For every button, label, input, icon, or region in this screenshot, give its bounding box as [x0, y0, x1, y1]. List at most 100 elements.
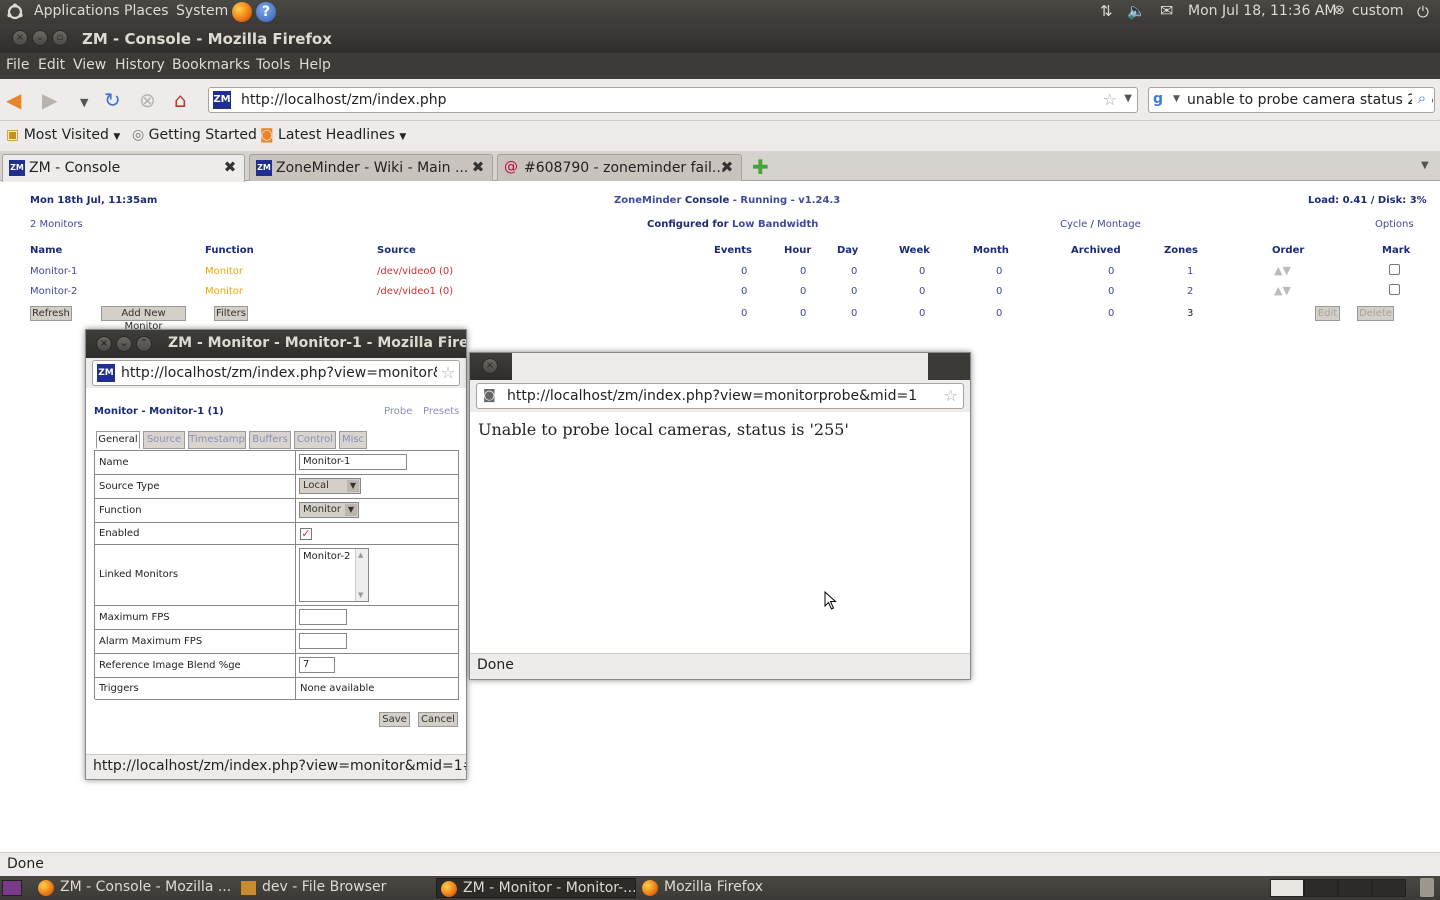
mark-checkbox[interactable] [1389, 284, 1400, 295]
bookmark-getting-started[interactable]: ◎ Getting Started [132, 127, 257, 143]
events-count[interactable]: 0 [741, 266, 747, 277]
probe-popup-url-bar[interactable]: ◙ http://localhost/zm/index.php?view=mon… [476, 383, 964, 409]
search-bar[interactable]: g ▼ unable to probe camera status 255 ⌕ [1148, 87, 1435, 113]
system-menu[interactable]: System [176, 3, 228, 19]
presets-link[interactable]: Presets [423, 406, 459, 417]
zoneminder-link[interactable]: ZoneMinder [614, 195, 681, 206]
add-new-monitor-button[interactable]: Add New Monitor [101, 306, 186, 332]
montage-link[interactable]: Montage [1097, 219, 1141, 230]
firefox-launcher-icon[interactable] [232, 2, 252, 22]
tab-misc[interactable]: Misc [339, 431, 367, 449]
url-bar[interactable]: ZM http://localhost/zm/index.php ☆ ▼ [208, 87, 1138, 113]
day-count[interactable]: 0 [851, 286, 857, 297]
bandwidth-link[interactable]: Low Bandwidth [732, 219, 818, 230]
max-fps-input[interactable] [299, 609, 347, 625]
refresh-button[interactable]: Refresh [30, 306, 72, 321]
monitor-popup-url[interactable]: http://localhost/zm/index.php?view=monit… [121, 365, 459, 381]
function-select[interactable]: Monitor ▼ [299, 502, 359, 518]
probe-popup-titlebar[interactable]: × [470, 353, 970, 380]
enabled-checkbox[interactable]: ✓ [300, 528, 312, 540]
zones-count[interactable]: 2 [1187, 286, 1193, 297]
window-close-icon[interactable]: × [96, 336, 112, 352]
mark-checkbox[interactable] [1389, 264, 1400, 275]
monitor-source-link[interactable]: /dev/video0 (0) [377, 266, 453, 277]
tab-zoneminder-wiki[interactable]: ZM ZoneMinder - Wiki - Main ... ✖ [249, 154, 493, 181]
archived-count[interactable]: 0 [1108, 286, 1114, 297]
back-arrow-icon[interactable]: ◀ [6, 89, 21, 111]
linked-monitors-list[interactable]: Monitor-2 ▲ ▼ [299, 548, 369, 602]
hour-count[interactable]: 0 [800, 286, 806, 297]
alarm-max-fps-input[interactable] [299, 633, 347, 649]
user-name[interactable]: custom [1352, 3, 1404, 19]
stop-icon[interactable]: ⊗ [139, 89, 156, 111]
window-minimize-icon[interactable]: ⌄ [32, 30, 48, 46]
tab-close-icon[interactable]: ✖ [719, 159, 735, 175]
search-engine-dropdown-icon[interactable]: ▼ [1173, 94, 1180, 104]
total-week[interactable]: 0 [919, 308, 925, 319]
tab-timestamp[interactable]: Timestamp [188, 431, 246, 449]
order-arrows-icon[interactable]: ▲▼ [1274, 284, 1291, 297]
bookmark-star-icon[interactable]: ☆ [437, 361, 459, 385]
month-count[interactable]: 0 [996, 286, 1002, 297]
order-arrows-icon[interactable]: ▲▼ [1274, 264, 1291, 277]
power-icon[interactable]: ⏻ [1417, 3, 1429, 21]
filters-button[interactable]: Filters [214, 306, 248, 321]
running-state-link[interactable]: Running [740, 195, 787, 206]
menu-file[interactable]: File [6, 57, 29, 73]
tab-control[interactable]: Control [294, 431, 336, 449]
window-close-icon[interactable]: × [482, 358, 498, 374]
total-day[interactable]: 0 [851, 308, 857, 319]
menu-view[interactable]: View [73, 57, 106, 73]
name-input[interactable]: Monitor-1 [299, 454, 407, 470]
url-dropdown-icon[interactable]: ▼ [1124, 93, 1132, 104]
tab-close-icon[interactable]: ✖ [222, 159, 238, 175]
bookmark-latest-headlines[interactable]: ◙ Latest Headlines ▼ [260, 127, 406, 143]
ubuntu-logo-icon[interactable] [6, 3, 24, 21]
window-minimize-icon[interactable]: ⌄ [116, 336, 132, 352]
day-count[interactable]: 0 [851, 266, 857, 277]
window-close-icon[interactable]: × [12, 30, 28, 46]
cycle-link[interactable]: Cycle [1060, 219, 1087, 230]
save-button[interactable]: Save [379, 712, 410, 727]
volume-icon[interactable]: 🔈 [1127, 2, 1146, 20]
scroll-up-icon[interactable]: ▲ [358, 551, 363, 559]
taskbar-item-file-browser[interactable]: dev - File Browser [236, 878, 434, 898]
linked-monitor-option[interactable]: Monitor-2 [303, 551, 350, 562]
workspace-switcher-icon[interactable] [1270, 879, 1304, 897]
scroll-down-icon[interactable]: ▼ [358, 591, 363, 599]
menu-edit[interactable]: Edit [38, 57, 65, 73]
week-count[interactable]: 0 [919, 266, 925, 277]
tab-general[interactable]: General [96, 431, 140, 449]
history-dropdown-icon[interactable]: ▼ [80, 92, 88, 114]
tab-debian-bug[interactable]: @ #608790 - zoneminder fail... ✖ [497, 154, 742, 181]
total-archived[interactable]: 0 [1108, 308, 1114, 319]
network-icon[interactable]: ⇅ [1100, 2, 1113, 20]
events-count[interactable]: 0 [741, 286, 747, 297]
delete-button[interactable]: Delete [1357, 306, 1394, 321]
monitor-popup-titlebar[interactable]: × ⌄ ⌃ ZM - Monitor - Monitor-1 - Mozilla… [86, 330, 466, 358]
bookmark-star-icon[interactable]: ☆ [944, 386, 958, 405]
mail-icon[interactable]: ✉ [1160, 1, 1173, 20]
options-link[interactable]: Options [1375, 219, 1414, 230]
tab-list-dropdown-icon[interactable]: ▼ [1421, 160, 1429, 171]
url-text[interactable]: http://localhost/zm/index.php [241, 92, 447, 108]
archived-count[interactable]: 0 [1108, 266, 1114, 277]
edit-button[interactable]: Edit [1315, 306, 1340, 321]
help-icon[interactable]: ? [256, 2, 276, 22]
tab-close-icon[interactable]: ✖ [470, 159, 486, 175]
week-count[interactable]: 0 [919, 286, 925, 297]
home-icon[interactable]: ⌂ [174, 89, 187, 111]
taskbar-item-zm-monitor[interactable]: ZM - Monitor - Monitor-... [436, 878, 636, 898]
tab-zm-console[interactable]: ZM ZM - Console ✖ [2, 154, 245, 182]
workspace-4-icon[interactable] [1372, 879, 1406, 897]
cancel-button[interactable]: Cancel [418, 712, 458, 727]
menu-history[interactable]: History [115, 57, 165, 73]
monitor-name-link[interactable]: Monitor-1 [30, 266, 77, 277]
window-maximize-icon[interactable]: ▫ [52, 30, 68, 46]
total-hour[interactable]: 0 [800, 308, 806, 319]
new-tab-icon[interactable]: ✚ [752, 155, 769, 179]
monitor-name-link[interactable]: Monitor-2 [30, 286, 77, 297]
zones-count[interactable]: 1 [1187, 266, 1193, 277]
window-maximize-icon[interactable]: ⌃ [136, 336, 152, 352]
firefox-titlebar[interactable]: × ⌄ ▫ ZM - Console - Mozilla Firefox [0, 24, 1440, 53]
